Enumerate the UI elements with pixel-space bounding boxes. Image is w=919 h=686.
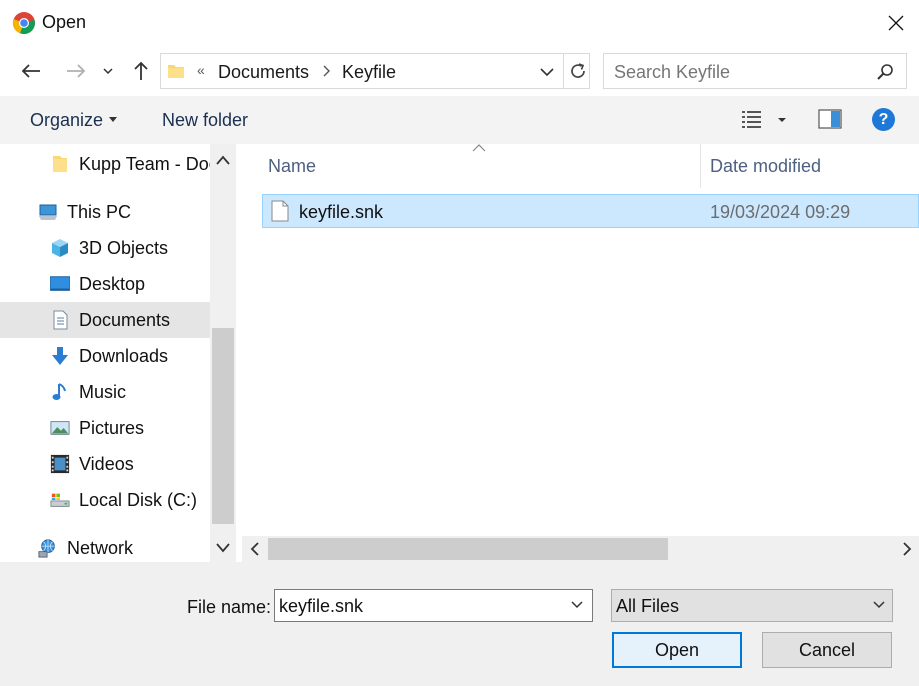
column-divider[interactable] [700, 144, 701, 188]
document-icon [53, 310, 68, 330]
sidebar-item-label: Kupp Team - Documents [79, 154, 210, 174]
chrome-icon [12, 12, 35, 35]
sidebar-item-desktop[interactable]: Desktop [0, 266, 210, 302]
address-overflow[interactable]: « [197, 62, 205, 78]
file-type-filter[interactable]: All Files [611, 589, 893, 622]
scroll-left-arrow-icon[interactable] [249, 542, 261, 556]
search-box[interactable]: Search Keyfile [603, 53, 907, 89]
disk-drive-icon [50, 493, 70, 507]
refresh-icon [570, 63, 585, 78]
sort-ascending-icon [472, 144, 486, 152]
preview-pane-button[interactable] [818, 109, 842, 129]
folder-icon [53, 156, 67, 172]
close-icon [888, 15, 904, 31]
sidebar-item-pictures[interactable]: Pictures [0, 410, 210, 446]
refresh-button[interactable] [563, 54, 591, 88]
breadcrumb-keyfile[interactable]: Keyfile [342, 62, 396, 83]
sidebar-item-label: This PC [67, 202, 132, 222]
picture-icon [50, 421, 70, 435]
sidebar-item-label: 3D Objects [79, 238, 169, 258]
search-icon [877, 64, 893, 80]
sidebar-item-label: Downloads [79, 346, 169, 366]
sidebar-item-label: Documents [79, 310, 171, 330]
details-view-icon [742, 111, 786, 128]
sidebar-item-label: Network [67, 538, 134, 558]
scroll-down-arrow-icon[interactable] [215, 542, 231, 554]
caret-down-icon [109, 116, 118, 122]
search-input[interactable]: Search Keyfile [614, 62, 730, 83]
sidebar-item-network[interactable]: Network [0, 530, 210, 562]
chevron-down-icon [103, 67, 113, 74]
back-arrow-icon [21, 64, 40, 78]
file-name-field[interactable]: keyfile.snk [274, 589, 593, 622]
file-date-modified: 19/03/2024 09:29 [710, 202, 851, 222]
scroll-up-arrow-icon[interactable] [215, 154, 231, 166]
sidebar-item-3d-objects[interactable]: 3D Objects [0, 230, 210, 266]
chevron-down-icon[interactable] [537, 64, 557, 80]
scrollbar-thumb[interactable] [212, 328, 234, 524]
title-bar: Open [0, 0, 919, 46]
open-button[interactable]: Open [612, 632, 742, 668]
breadcrumb-documents[interactable]: Documents [218, 62, 309, 83]
sidebar-item-label: Pictures [79, 418, 145, 438]
scroll-right-arrow-icon[interactable] [901, 542, 913, 556]
sidebar-item-label: Videos [79, 454, 134, 474]
sidebar-item-videos[interactable]: Videos [0, 446, 210, 482]
sidebar-item-kupp-team[interactable]: Kupp Team - Documents [0, 146, 210, 182]
breadcrumb-separator-icon[interactable] [321, 65, 331, 77]
command-toolbar: Organize New folder ? [0, 96, 919, 144]
file-icon [271, 200, 289, 222]
cancel-button[interactable]: Cancel [762, 632, 892, 668]
download-arrow-icon [52, 347, 68, 365]
sidebar-item-this-pc[interactable]: This PC [0, 194, 210, 230]
preview-pane-icon [818, 109, 842, 129]
up-button[interactable] [128, 58, 154, 84]
desktop-icon [50, 276, 70, 291]
help-button[interactable]: ? [872, 108, 895, 131]
network-icon [38, 539, 55, 558]
sidebar-item-label: Music [79, 382, 127, 402]
cube-icon [52, 239, 68, 257]
sidebar-item-label: Desktop [79, 274, 146, 294]
sidebar-item-documents[interactable]: Documents [0, 302, 210, 338]
sidebar-item-downloads[interactable]: Downloads [0, 338, 210, 374]
navigation-pane-scrollbar[interactable] [210, 144, 236, 562]
column-header-name[interactable]: Name [268, 156, 316, 177]
folder-icon [168, 65, 184, 78]
file-name: keyfile.snk [299, 202, 384, 222]
dialog-footer: File name: keyfile.snk All Files Open Ca… [0, 562, 919, 686]
file-type-filter-value: All Files [616, 596, 680, 616]
address-bar[interactable]: « Documents Keyfile [160, 53, 590, 89]
change-view-button[interactable] [740, 108, 790, 132]
chevron-down-icon [873, 601, 885, 609]
column-header-date-modified[interactable]: Date modified [710, 156, 821, 177]
close-button[interactable] [873, 0, 919, 46]
organize-label: Organize [30, 110, 104, 130]
sidebar-item-label: Local Disk (C:) [79, 490, 198, 510]
film-icon [50, 454, 70, 474]
file-name-value[interactable]: keyfile.snk [279, 596, 363, 617]
scrollbar-thumb[interactable] [268, 538, 668, 560]
organize-button[interactable]: Organize [30, 110, 118, 131]
forward-arrow-icon [67, 64, 86, 78]
navigation-bar: « Documents Keyfile Search Keyfile [0, 46, 919, 96]
sidebar-item-local-disk[interactable]: Local Disk (C:) [0, 482, 210, 518]
back-button[interactable] [18, 58, 44, 84]
new-folder-button[interactable]: New folder [162, 110, 248, 131]
file-row-keyfile[interactable]: keyfile.snk 19/03/2024 09:29 [262, 194, 919, 228]
forward-button[interactable] [63, 58, 89, 84]
file-list: Name Date modified keyfile.snk 19/03/202… [242, 144, 919, 536]
recent-locations-button[interactable] [97, 58, 119, 84]
file-list-horizontal-scrollbar[interactable] [242, 536, 919, 562]
up-arrow-icon [134, 61, 148, 80]
sidebar-item-music[interactable]: Music [0, 374, 210, 410]
file-name-label: File name: [187, 597, 272, 617]
window-title: Open [42, 12, 87, 32]
navigation-pane: Kupp Team - Documents This PC 3D Objects… [0, 144, 236, 562]
music-note-icon [52, 383, 66, 400]
chevron-down-icon[interactable] [570, 600, 584, 610]
computer-icon [39, 204, 57, 220]
